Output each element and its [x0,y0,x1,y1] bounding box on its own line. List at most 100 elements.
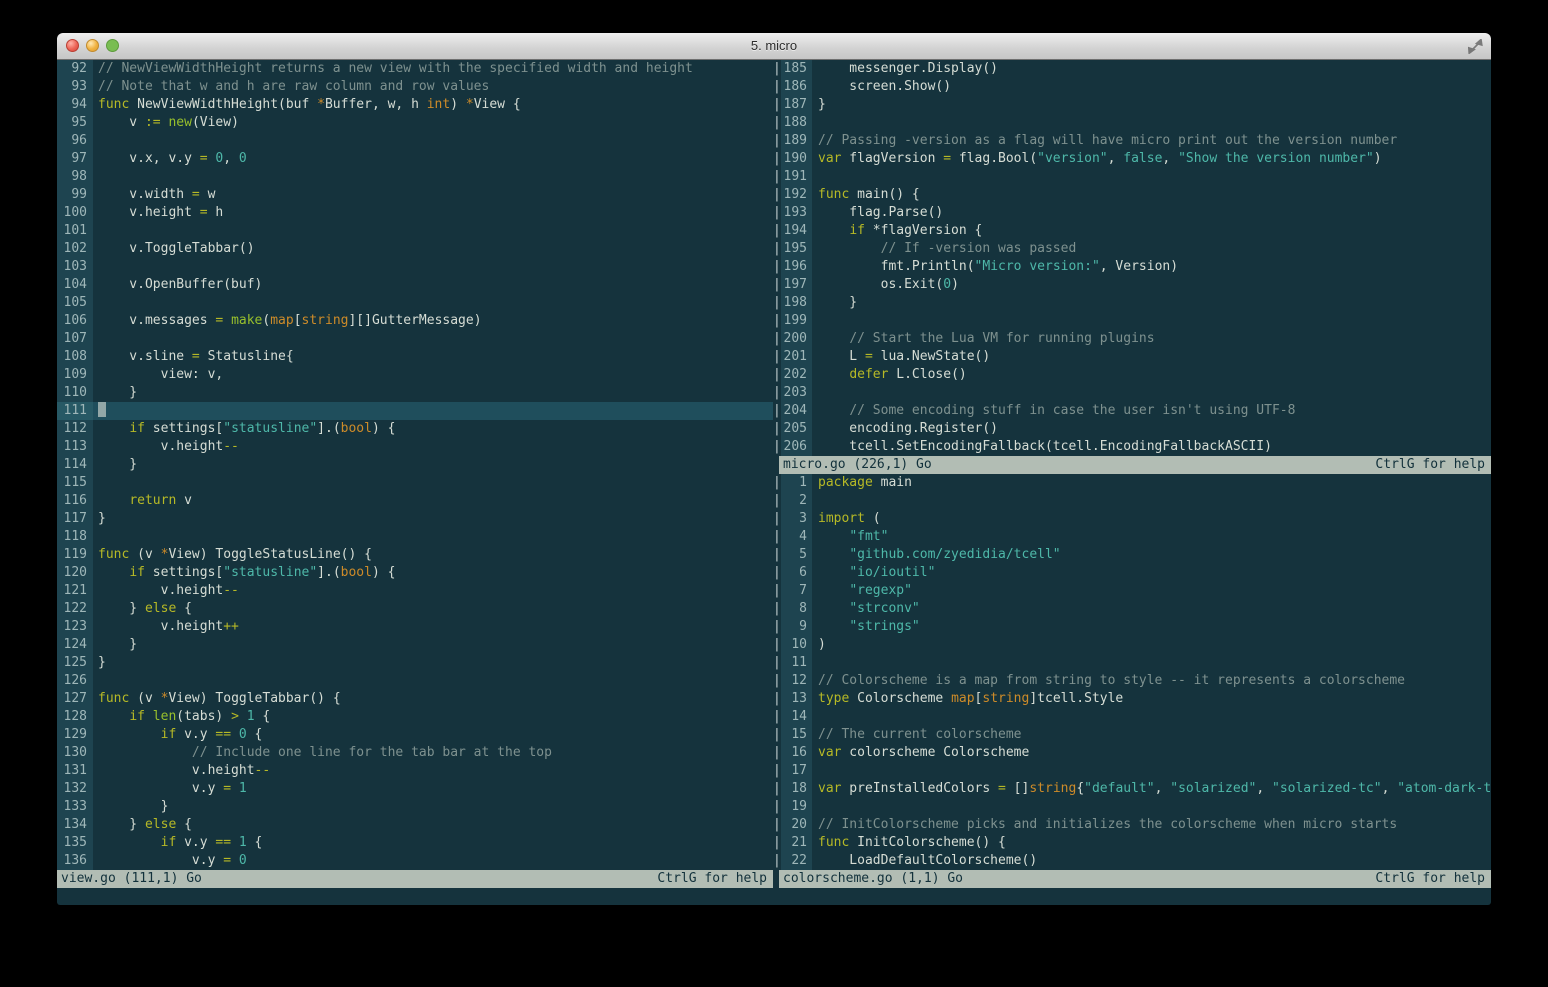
code-line[interactable]: 92// NewViewWidthHeight returns a new vi… [57,60,773,78]
code-line[interactable]: 107 [57,330,773,348]
code-line[interactable]: |13type Colorscheme map[string]tcell.Sty… [773,690,1491,708]
split-divider: | [773,150,781,168]
code-line[interactable]: |204 // Some encoding stuff in case the … [773,402,1491,420]
code-line[interactable]: 120 if settings["statusline"].(bool) { [57,564,773,582]
code-line[interactable]: |187} [773,96,1491,114]
fullscreen-icon[interactable] [1468,39,1483,54]
code-line[interactable]: 110 } [57,384,773,402]
code-line[interactable]: 112 if settings["statusline"].(bool) { [57,420,773,438]
pane-view-go[interactable]: 92// NewViewWidthHeight returns a new vi… [57,60,773,905]
code-line[interactable]: 100 v.height = h [57,204,773,222]
line-number: 112 [57,420,93,438]
code-line[interactable]: |191 [773,168,1491,186]
code-line[interactable]: |5 "github.com/zyedidia/tcell" [773,546,1491,564]
code-line[interactable]: |12// Colorscheme is a map from string t… [773,672,1491,690]
code-line[interactable]: 118 [57,528,773,546]
code-line[interactable]: 93// Note that w and h are raw column an… [57,78,773,96]
code-line[interactable]: 106 v.messages = make(map[string][]Gutte… [57,312,773,330]
code-line[interactable]: 134 } else { [57,816,773,834]
code-line[interactable]: |186 screen.Show() [773,78,1491,96]
code-line[interactable]: |190var flagVersion = flag.Bool("version… [773,150,1491,168]
code-line[interactable]: |15// The current colorscheme [773,726,1491,744]
code-line[interactable]: |3import ( [773,510,1491,528]
code-line[interactable]: |20// InitColorscheme picks and initiali… [773,816,1491,834]
code-line[interactable]: |189// Passing -version as a flag will h… [773,132,1491,150]
code-line[interactable]: 109 view: v, [57,366,773,384]
code-line[interactable]: 135 if v.y == 1 { [57,834,773,852]
code-line[interactable]: |196 fmt.Println("Micro version:", Versi… [773,258,1491,276]
code-line[interactable]: |16var colorscheme Colorscheme [773,744,1491,762]
code-line[interactable]: |205 encoding.Register() [773,420,1491,438]
code-line[interactable]: 97 v.x, v.y = 0, 0 [57,150,773,168]
code-line[interactable]: |9 "strings" [773,618,1491,636]
code-line[interactable]: |10) [773,636,1491,654]
code-line[interactable]: 95 v := new(View) [57,114,773,132]
code-line[interactable]: |203 [773,384,1491,402]
code-line[interactable]: 103 [57,258,773,276]
code-line[interactable]: |6 "io/ioutil" [773,564,1491,582]
split-divider: | [773,582,781,600]
code-line[interactable]: 101 [57,222,773,240]
code-line[interactable]: |7 "regexp" [773,582,1491,600]
code-line[interactable]: 115 [57,474,773,492]
code-text: if settings["statusline"].(bool) { [93,564,773,582]
code-line[interactable]: |14 [773,708,1491,726]
code-line[interactable]: |18var preInstalledColors = []string{"de… [773,780,1491,798]
code-line[interactable]: 121 v.height-- [57,582,773,600]
pane-right-column[interactable]: |185 messenger.Display()|186 screen.Show… [773,60,1491,905]
split-divider: | [773,780,781,798]
code-line[interactable]: |4 "fmt" [773,528,1491,546]
code-line[interactable]: |8 "strconv" [773,600,1491,618]
code-line[interactable]: |188 [773,114,1491,132]
code-line[interactable]: 104 v.OpenBuffer(buf) [57,276,773,294]
code-line[interactable]: 125} [57,654,773,672]
code-line[interactable]: 127func (v *View) ToggleTabbar() { [57,690,773,708]
code-line[interactable]: 129 if v.y == 0 { [57,726,773,744]
code-line[interactable]: 119func (v *View) ToggleStatusLine() { [57,546,773,564]
code-line[interactable]: 94func NewViewWidthHeight(buf *Buffer, w… [57,96,773,114]
code-line[interactable]: 98 [57,168,773,186]
code-text: flag.Parse() [812,204,1491,222]
code-line[interactable]: 128 if len(tabs) > 1 { [57,708,773,726]
code-line[interactable]: |11 [773,654,1491,672]
code-line[interactable]: 116 return v [57,492,773,510]
code-line[interactable]: |195 // If -version was passed [773,240,1491,258]
code-line[interactable]: 124 } [57,636,773,654]
code-line[interactable]: 133 } [57,798,773,816]
code-line[interactable]: 131 v.height-- [57,762,773,780]
code-line[interactable]: 122 } else { [57,600,773,618]
window-titlebar[interactable]: 5. micro [57,33,1491,60]
code-line[interactable]: |19 [773,798,1491,816]
code-line[interactable]: |199 [773,312,1491,330]
code-line[interactable]: 108 v.sline = Statusline{ [57,348,773,366]
code-line[interactable]: |2 [773,492,1491,510]
code-line[interactable]: 113 v.height-- [57,438,773,456]
code-line[interactable]: |194 if *flagVersion { [773,222,1491,240]
code-line[interactable]: 130 // Include one line for the tab bar … [57,744,773,762]
code-line[interactable]: |197 os.Exit(0) [773,276,1491,294]
code-line[interactable]: 111 [57,402,773,420]
code-line[interactable]: 96 [57,132,773,150]
code-line[interactable]: |21func InitColorscheme() { [773,834,1491,852]
code-line[interactable]: 99 v.width = w [57,186,773,204]
code-line[interactable]: |22 LoadDefaultColorscheme() [773,852,1491,870]
code-line[interactable]: 114 } [57,456,773,474]
code-line[interactable]: 126 [57,672,773,690]
code-line[interactable]: 136 v.y = 0 [57,852,773,870]
code-line[interactable]: |202 defer L.Close() [773,366,1491,384]
code-line[interactable]: 123 v.height++ [57,618,773,636]
code-line[interactable]: 132 v.y = 1 [57,780,773,798]
code-line[interactable]: |1package main [773,474,1491,492]
code-line[interactable]: |201 L = lua.NewState() [773,348,1491,366]
code-line[interactable]: |185 messenger.Display() [773,60,1491,78]
code-line[interactable]: |206 tcell.SetEncodingFallback(tcell.Enc… [773,438,1491,456]
code-line[interactable]: |193 flag.Parse() [773,204,1491,222]
code-line[interactable]: 117} [57,510,773,528]
code-line[interactable]: 102 v.ToggleTabbar() [57,240,773,258]
code-line[interactable]: 105 [57,294,773,312]
code-line[interactable]: |200 // Start the Lua VM for running plu… [773,330,1491,348]
code-line[interactable]: |17 [773,762,1491,780]
code-text [812,312,1491,330]
code-line[interactable]: |192func main() { [773,186,1491,204]
code-line[interactable]: |198 } [773,294,1491,312]
